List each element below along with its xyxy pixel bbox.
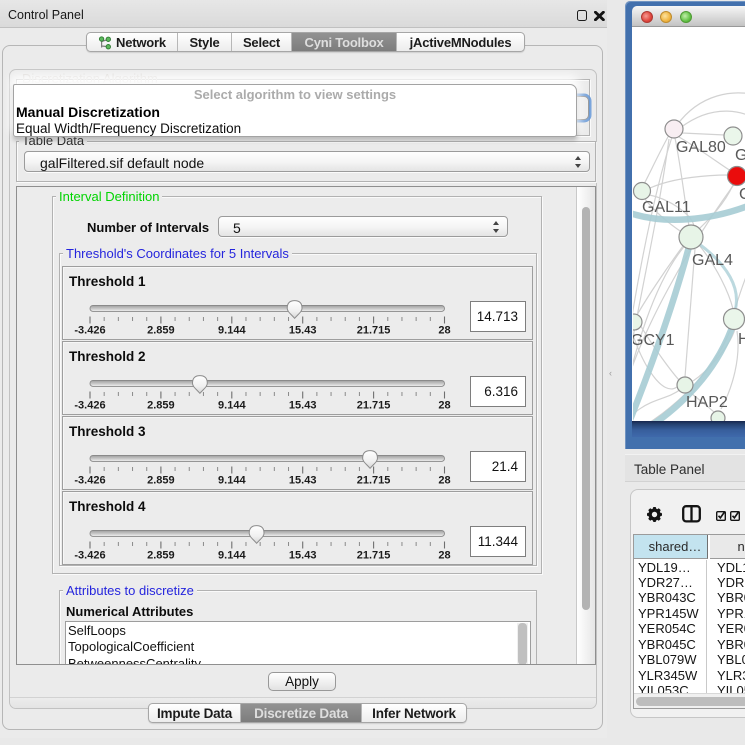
svg-text:28: 28: [438, 325, 450, 337]
svg-text:H: H: [738, 331, 745, 348]
svg-text:C: C: [739, 186, 745, 203]
svg-text:15.43: 15.43: [289, 325, 317, 337]
svg-text:28: 28: [438, 475, 450, 487]
svg-text:GA: GA: [735, 147, 745, 164]
svg-text:21.715: 21.715: [357, 550, 391, 562]
svg-text:2.859: 2.859: [147, 475, 175, 487]
svg-text:GAL4: GAL4: [692, 252, 733, 269]
svg-text:-3.426: -3.426: [74, 400, 105, 412]
svg-text:21.715: 21.715: [357, 400, 391, 412]
svg-text:9.144: 9.144: [218, 400, 246, 412]
svg-text:9.144: 9.144: [218, 325, 246, 337]
svg-text:15.43: 15.43: [289, 475, 317, 487]
svg-text:-3.426: -3.426: [74, 550, 105, 562]
svg-text:GAL80: GAL80: [676, 139, 726, 156]
svg-text:21.715: 21.715: [357, 325, 391, 337]
svg-text:2.859: 2.859: [147, 400, 175, 412]
svg-text:21.715: 21.715: [357, 475, 391, 487]
svg-text:HAP2: HAP2: [686, 394, 728, 411]
svg-text:15.43: 15.43: [289, 400, 317, 412]
svg-text:28: 28: [438, 400, 450, 412]
svg-text:28: 28: [438, 550, 450, 562]
svg-text:15.43: 15.43: [289, 550, 317, 562]
svg-text:2.859: 2.859: [147, 325, 175, 337]
svg-text:GAL11: GAL11: [642, 199, 691, 216]
svg-text:9.144: 9.144: [218, 550, 246, 562]
svg-text:GCY1: GCY1: [633, 332, 675, 349]
svg-text:-3.426: -3.426: [74, 325, 105, 337]
svg-text:9.144: 9.144: [218, 475, 246, 487]
svg-text:-3.426: -3.426: [74, 475, 105, 487]
svg-text:2.859: 2.859: [147, 550, 175, 562]
